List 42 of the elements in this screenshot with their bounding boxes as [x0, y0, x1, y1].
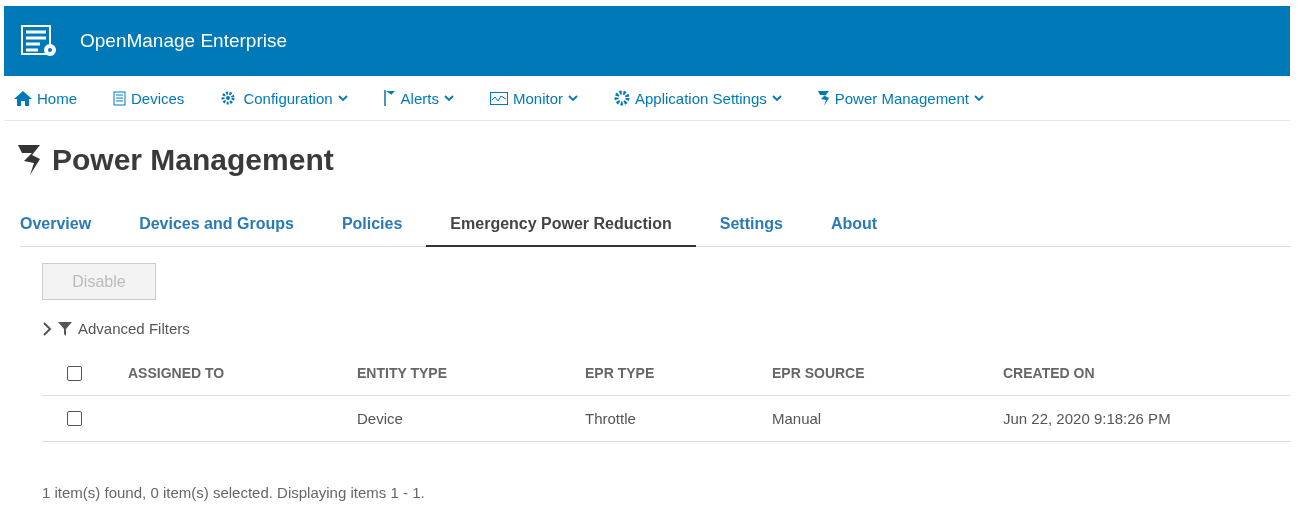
- column-header: EPR SOURCE: [772, 365, 866, 381]
- tab[interactable]: Settings: [695, 205, 807, 247]
- nav-menu-item[interactable]: Home: [14, 89, 77, 107]
- nav-menu-item[interactable]: Devices: [113, 89, 185, 107]
- chevron-down-icon: [974, 94, 984, 102]
- chevron-icon[interactable]: [42, 321, 52, 336]
- column-header: EPR TYPE: [585, 365, 656, 381]
- document-list-icon: [113, 90, 126, 106]
- page-title: Power Management: [52, 143, 334, 177]
- app-title: OpenManage Enterprise: [80, 30, 287, 52]
- nav-menu-item[interactable]: Application Settings: [614, 89, 782, 107]
- tab[interactable]: Overview: [20, 205, 116, 247]
- chevron-down-icon: [443, 94, 454, 102]
- table-cell-text: Manual: [772, 410, 823, 427]
- tab[interactable]: About: [806, 205, 902, 247]
- flag-icon: [383, 90, 396, 106]
- table-cell-text: Throttle: [585, 410, 637, 427]
- row-checkbox[interactable]: [67, 411, 82, 426]
- chevron-down-icon: [568, 94, 578, 102]
- chevron-down-icon: [771, 94, 782, 102]
- advanced-filters-link[interactable]: Advanced Filters: [78, 320, 190, 337]
- status-text: 1 item(s) found, 0 item(s) selected. Displaying items 1 - 1.: [42, 484, 425, 501]
- tab[interactable]: Emergency Power Reduction: [426, 205, 696, 247]
- settings-icon: [614, 90, 630, 106]
- tab[interactable]: Devices and Groups: [115, 205, 318, 247]
- select-all-checkbox[interactable]: [67, 365, 82, 381]
- column-header: ASSIGNED TO: [128, 365, 226, 381]
- nav-menu-item[interactable]: Alerts: [383, 89, 454, 107]
- lightning-icon: [817, 90, 830, 106]
- nav-menu-item[interactable]: Power Management: [817, 89, 984, 107]
- monitor-chart-icon: [489, 91, 508, 105]
- tab[interactable]: Policies: [317, 205, 427, 247]
- table-cell-text: Jun 22, 2020 9:18:26 PM: [1003, 410, 1172, 427]
- table-cell-text: Device: [357, 410, 404, 427]
- nav-menu-item[interactable]: Configuration: [220, 89, 348, 107]
- column-header: ENTITY TYPE: [357, 365, 448, 381]
- column-header: CREATED ON: [1003, 365, 1096, 381]
- nav-menu-item[interactable]: Monitor: [489, 89, 578, 107]
- lightning-icon: [18, 145, 42, 175]
- home-icon: [14, 90, 32, 106]
- chevron-down-icon: [337, 94, 348, 102]
- filter-icon: [58, 321, 72, 336]
